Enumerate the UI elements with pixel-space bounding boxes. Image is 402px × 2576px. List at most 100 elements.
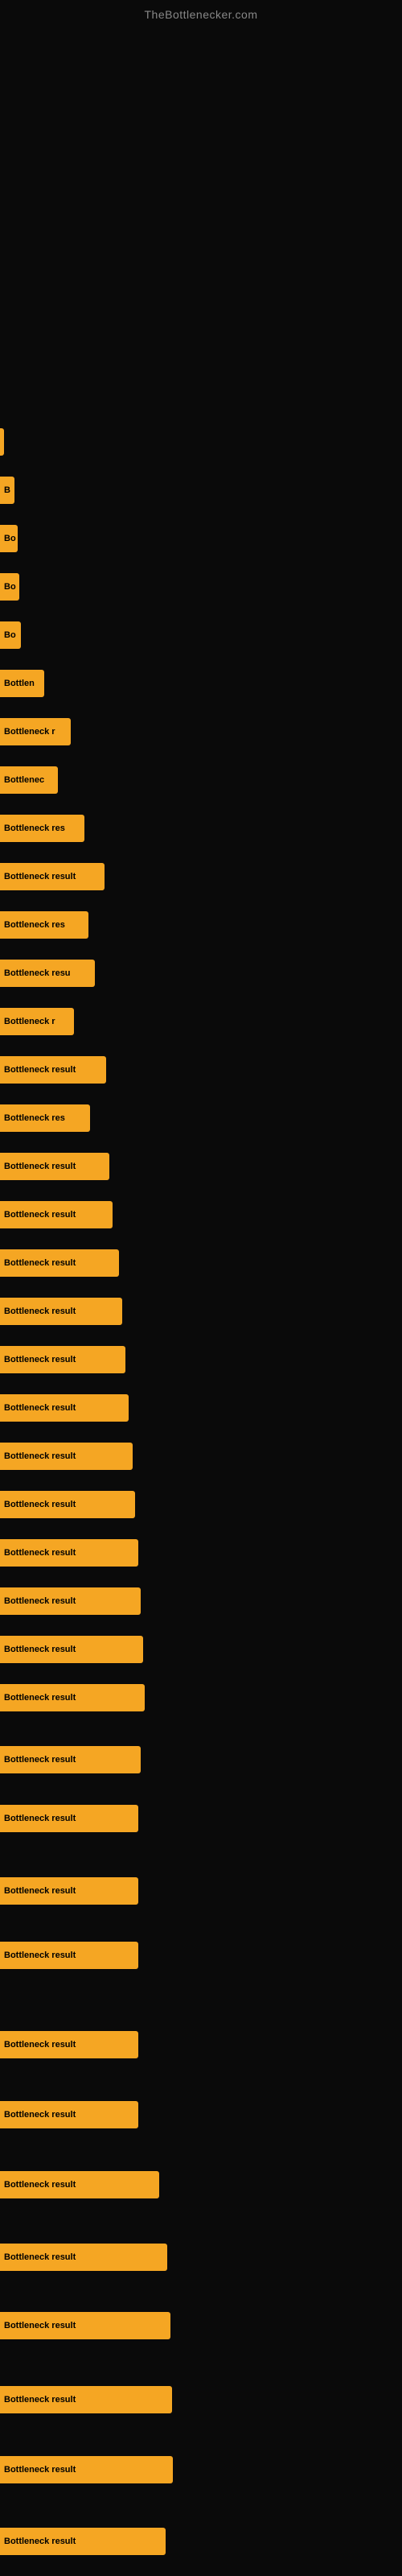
bottleneck-bar: Bo: [0, 621, 21, 649]
bottleneck-bar: Bottleneck result: [0, 1056, 106, 1084]
bar-label: Bottleneck res: [4, 824, 65, 833]
bar-item: Bottleneck result: [0, 1241, 402, 1285]
bottleneck-bar: Bottleneck r: [0, 718, 71, 745]
bar-item: Bo: [0, 564, 402, 609]
bottleneck-bar: Bottleneck result: [0, 1877, 138, 1905]
bar-item: [0, 419, 402, 464]
bar-item: Bottleneck res: [0, 902, 402, 947]
bar-item: Bottleneck result: [0, 1144, 402, 1188]
bar-item: Bottleneck result: [0, 2519, 402, 2563]
bar-item: Bottleneck result: [0, 2377, 402, 2421]
bar-item: Bottleneck result: [0, 1482, 402, 1526]
bar-label: Bottleneck result: [4, 2465, 76, 2475]
bar-item: Bottleneck result: [0, 1933, 402, 1977]
bar-label: Bottleneck result: [4, 1596, 76, 1606]
bar-item: Bottleneck result: [0, 2235, 402, 2279]
bottleneck-bar: Bottleneck r: [0, 1008, 74, 1035]
bar-item: Bottleneck result: [0, 1796, 402, 1840]
bar-label: Bottleneck result: [4, 1065, 76, 1075]
bottleneck-bar: Bottleneck result: [0, 1153, 109, 1180]
bar-item: Bottleneck res: [0, 1096, 402, 1140]
bottleneck-bar: Bottleneck result: [0, 1539, 138, 1567]
bar-label: Bottleneck result: [4, 1645, 76, 1654]
bar-label: Bottleneck result: [4, 1951, 76, 1960]
bar-label: Bottlen: [4, 679, 35, 688]
bar-item: Bottleneck r: [0, 709, 402, 753]
bar-item: Bottleneck result: [0, 2022, 402, 2066]
bar-item: B: [0, 468, 402, 512]
bar-item: Bottleneck result: [0, 1737, 402, 1781]
bar-label: Bottleneck r: [4, 1017, 55, 1026]
bar-item: Bottleneck result: [0, 1289, 402, 1333]
bar-item: Bottleneck result: [0, 1868, 402, 1913]
bottleneck-bar: Bottleneck result: [0, 1298, 122, 1325]
bottleneck-bar: Bottleneck result: [0, 2528, 166, 2555]
bar-item: Bottleneck resu: [0, 951, 402, 995]
bar-label: Bottleneck result: [4, 1162, 76, 1171]
bottleneck-bar: Bottlenec: [0, 766, 58, 794]
bottleneck-bar: Bottleneck result: [0, 1684, 145, 1711]
bottleneck-bar: Bottleneck res: [0, 815, 84, 842]
bar-label: Bottleneck resu: [4, 968, 71, 978]
bottleneck-bar: Bottleneck result: [0, 863, 105, 890]
bar-item: Bo: [0, 613, 402, 657]
bottleneck-bar: Bottleneck result: [0, 1249, 119, 1277]
bottleneck-bar: Bottleneck result: [0, 1201, 113, 1228]
bar-label: Bo: [4, 582, 16, 592]
bar-label: Bottleneck result: [4, 2180, 76, 2190]
bar-item: Bottleneck res: [0, 806, 402, 850]
bar-label: Bottleneck result: [4, 1403, 76, 1413]
bottleneck-bar: Bottleneck result: [0, 2456, 173, 2483]
bar-item: Bottleneck result: [0, 2162, 402, 2207]
bar-item: Bottleneck result: [0, 2447, 402, 2491]
bar-label: Bottlenec: [4, 775, 44, 785]
site-title: TheBottlenecker.com: [0, 0, 402, 25]
bottleneck-bar: Bottleneck result: [0, 1805, 138, 1832]
bar-item: Bottleneck result: [0, 2303, 402, 2347]
bar-label: Bottleneck result: [4, 872, 76, 881]
bottleneck-bar: Bottleneck result: [0, 1346, 125, 1373]
bottleneck-bar: B: [0, 477, 14, 504]
bottleneck-bar: Bo: [0, 573, 19, 601]
bar-label: Bottleneck result: [4, 2537, 76, 2546]
bottleneck-bar: Bo: [0, 525, 18, 552]
bar-label: Bottleneck r: [4, 727, 55, 737]
bottleneck-bar: Bottleneck result: [0, 1443, 133, 1470]
bar-item: Bo: [0, 516, 402, 560]
site-title-container: TheBottlenecker.com: [0, 0, 402, 25]
bar-label: Bottleneck result: [4, 1307, 76, 1316]
bar-label: B: [4, 485, 10, 495]
bottleneck-bar: Bottleneck result: [0, 1394, 129, 1422]
bottleneck-bar: Bottleneck result: [0, 1491, 135, 1518]
bottleneck-bar: Bottleneck result: [0, 2244, 167, 2271]
bar-item: Bottleneck result: [0, 1385, 402, 1430]
bar-label: Bottleneck result: [4, 1258, 76, 1268]
bottleneck-bar: Bottlen: [0, 670, 44, 697]
bar-item: Bottleneck result: [0, 1530, 402, 1575]
bottleneck-bar: Bottleneck result: [0, 1942, 138, 1969]
bar-item: Bottlenec: [0, 758, 402, 802]
bottleneck-bar: Bottleneck result: [0, 2101, 138, 2128]
bottleneck-bar: Bottleneck res: [0, 1104, 90, 1132]
bar-label: Bo: [4, 630, 16, 640]
bottleneck-bar: Bottleneck result: [0, 1636, 143, 1663]
bar-item: Bottleneck result: [0, 2092, 402, 2136]
bar-label: Bottleneck result: [4, 1210, 76, 1220]
bar-item: Bottlen: [0, 661, 402, 705]
bar-label: Bo: [4, 534, 16, 543]
bottleneck-bar: Bottleneck result: [0, 1746, 141, 1773]
bar-label: Bottleneck result: [4, 2040, 76, 2050]
bottleneck-bar: Bottleneck result: [0, 2171, 159, 2198]
bar-label: Bottleneck result: [4, 1814, 76, 1823]
bar-item: Bottleneck result: [0, 1675, 402, 1719]
bar-label: Bottleneck result: [4, 1548, 76, 1558]
bottleneck-bar: [0, 428, 4, 456]
bar-label: Bottleneck result: [4, 1693, 76, 1703]
bottleneck-bar: Bottleneck result: [0, 1587, 141, 1615]
bar-label: Bottleneck result: [4, 1500, 76, 1509]
bar-label: Bottleneck res: [4, 920, 65, 930]
bar-item: Bottleneck result: [0, 1579, 402, 1623]
bar-item: Bottleneck result: [0, 1047, 402, 1092]
bottleneck-bar: Bottleneck result: [0, 2312, 170, 2339]
bottleneck-bar: Bottleneck result: [0, 2386, 172, 2413]
